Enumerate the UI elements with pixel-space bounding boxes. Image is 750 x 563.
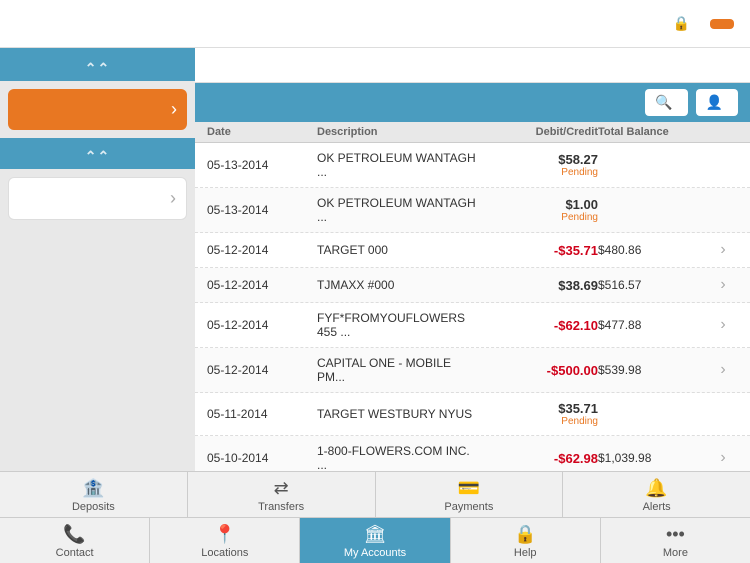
lock-icon: 🔒	[673, 15, 690, 32]
bottom-nav-top-item-transfers[interactable]: ⇄ Transfers	[188, 472, 376, 517]
table-row: 05-11-2014 TARGET WESTBURY NYUS $35.71 P…	[195, 393, 750, 436]
tx-date: 05-13-2014	[207, 158, 317, 172]
nav-icon-help: 🔒	[514, 524, 536, 545]
nav-icon-more: •••	[666, 524, 685, 545]
tx-chevron: ›	[708, 316, 738, 334]
table-row: 05-13-2014 OK PETROLEUM WANTAGH ... $58.…	[195, 143, 750, 188]
account-icon: 👤	[706, 94, 723, 111]
table-header: Date Description Debit/Credit Total Bala…	[195, 122, 750, 143]
nav-icon-payments: 💳	[458, 478, 480, 499]
bottom-nav-top-item-payments[interactable]: 💳 Payments	[376, 472, 564, 517]
tx-desc: TARGET 000	[317, 243, 478, 257]
logout-button[interactable]	[710, 19, 734, 29]
nav-icon-locations: 📍	[214, 524, 236, 545]
account-details-button[interactable]: 👤	[696, 89, 738, 116]
table-row[interactable]: 05-12-2014 TJMAXX #000 $38.69 $516.57 ›	[195, 268, 750, 303]
nav-icon-alerts: 🔔	[645, 478, 667, 499]
tx-chevron: ›	[708, 241, 738, 259]
tx-chevron: ›	[708, 276, 738, 294]
table-row[interactable]: 05-12-2014 CAPITAL ONE - MOBILE PM... -$…	[195, 348, 750, 393]
tx-date: 05-12-2014	[207, 318, 317, 332]
nav-icon-deposits: 🏦	[82, 478, 104, 499]
col-date: Date	[207, 126, 317, 138]
tx-date: 05-12-2014	[207, 243, 317, 257]
tx-date: 05-12-2014	[207, 278, 317, 292]
tx-date: 05-12-2014	[207, 363, 317, 377]
tx-total: $480.86	[598, 243, 708, 257]
tx-desc: FYF*FROMYOUFLOWERS 455 ...	[317, 311, 478, 339]
tx-chevron: ›	[708, 449, 738, 467]
tx-total: $1,039.98	[598, 451, 708, 465]
app-header: 🔒	[0, 0, 750, 48]
tx-total: $477.88	[598, 318, 708, 332]
col-desc: Description	[317, 126, 478, 138]
tx-desc: TARGET WESTBURY NYUS	[317, 407, 478, 421]
nav-icon-my accounts: 🏛	[364, 524, 387, 545]
tx-desc: 1-800-FLOWERS.COM INC. ...	[317, 444, 478, 471]
table-row[interactable]: 05-12-2014 TARGET 000 -$35.71 $480.86 ›	[195, 233, 750, 268]
bottom-nav-top: 🏦 Deposits ⇄ Transfers 💳 Payments 🔔 Aler…	[0, 472, 750, 518]
tx-desc: TJMAXX #000	[317, 278, 478, 292]
checking-account-info	[20, 108, 171, 112]
tx-date: 05-10-2014	[207, 451, 317, 465]
bottom-nav-item-help[interactable]: 🔒 Help	[451, 518, 601, 563]
header-actions: 🔒	[673, 15, 734, 32]
main-content: ⌃⌃ › ⌃⌃	[0, 48, 750, 471]
bottom-nav-item-my-accounts[interactable]: 🏛 My Accounts	[300, 518, 450, 563]
bottom-nav-item-locations[interactable]: 📍 Locations	[150, 518, 300, 563]
table-row[interactable]: 05-12-2014 FYF*FROMYOUFLOWERS 455 ... -$…	[195, 303, 750, 348]
sidebar: ⌃⌃ › ⌃⌃	[0, 48, 195, 471]
savings-account-item[interactable]: ›	[8, 177, 187, 220]
bottom-nav: 🏦 Deposits ⇄ Transfers 💳 Payments 🔔 Aler…	[0, 471, 750, 563]
checking-account-item[interactable]: ›	[8, 89, 187, 130]
bottom-nav-item-more[interactable]: ••• More	[601, 518, 750, 563]
tx-total: $516.57	[598, 278, 708, 292]
tx-date: 05-13-2014	[207, 203, 317, 217]
bottom-nav-item-contact[interactable]: 📞 Contact	[0, 518, 150, 563]
table-row[interactable]: 05-10-2014 1-800-FLOWERS.COM INC. ... -$…	[195, 436, 750, 471]
transactions-list: 05-13-2014 OK PETROLEUM WANTAGH ... $58.…	[195, 143, 750, 471]
checking-chevrons: ⌃⌃	[0, 60, 195, 77]
right-panel: 🔍 👤 Date Description Debit/Credit Total …	[195, 48, 750, 471]
bottom-nav-top-item-alerts[interactable]: 🔔 Alerts	[563, 472, 750, 517]
tx-desc: OK PETROLEUM WANTAGH ...	[317, 151, 478, 179]
search-icon: 🔍	[655, 94, 672, 111]
tx-desc: OK PETROLEUM WANTAGH ...	[317, 196, 478, 224]
tx-date: 05-11-2014	[207, 407, 317, 421]
col-total: Total Balance	[598, 126, 708, 138]
nav-icon-contact: 📞	[63, 524, 85, 545]
savings-chevrons: ⌃⌃	[0, 148, 195, 165]
nav-icon-transfers: ⇄	[274, 478, 289, 499]
bottom-nav-top-item-deposits[interactable]: 🏦 Deposits	[0, 472, 188, 517]
tx-desc: CAPITAL ONE - MOBILE PM...	[317, 356, 478, 384]
bottom-nav-bottom: 📞 Contact 📍 Locations 🏛 My Accounts 🔒 He…	[0, 518, 750, 563]
transaction-toolbar: 🔍 👤	[195, 83, 750, 122]
tx-chevron: ›	[708, 361, 738, 379]
col-debit-credit: Debit/Credit	[478, 126, 598, 138]
checking-header: ⌃⌃	[0, 48, 195, 81]
savings-header: ⌃⌃	[0, 138, 195, 169]
table-row: 05-13-2014 OK PETROLEUM WANTAGH ... $1.0…	[195, 188, 750, 233]
tx-total: $539.98	[598, 363, 708, 377]
search-transactions-button[interactable]: 🔍	[645, 89, 687, 116]
savings-chevron-right: ›	[170, 188, 176, 209]
checking-chevron-right: ›	[171, 99, 177, 120]
account-header	[195, 48, 750, 83]
